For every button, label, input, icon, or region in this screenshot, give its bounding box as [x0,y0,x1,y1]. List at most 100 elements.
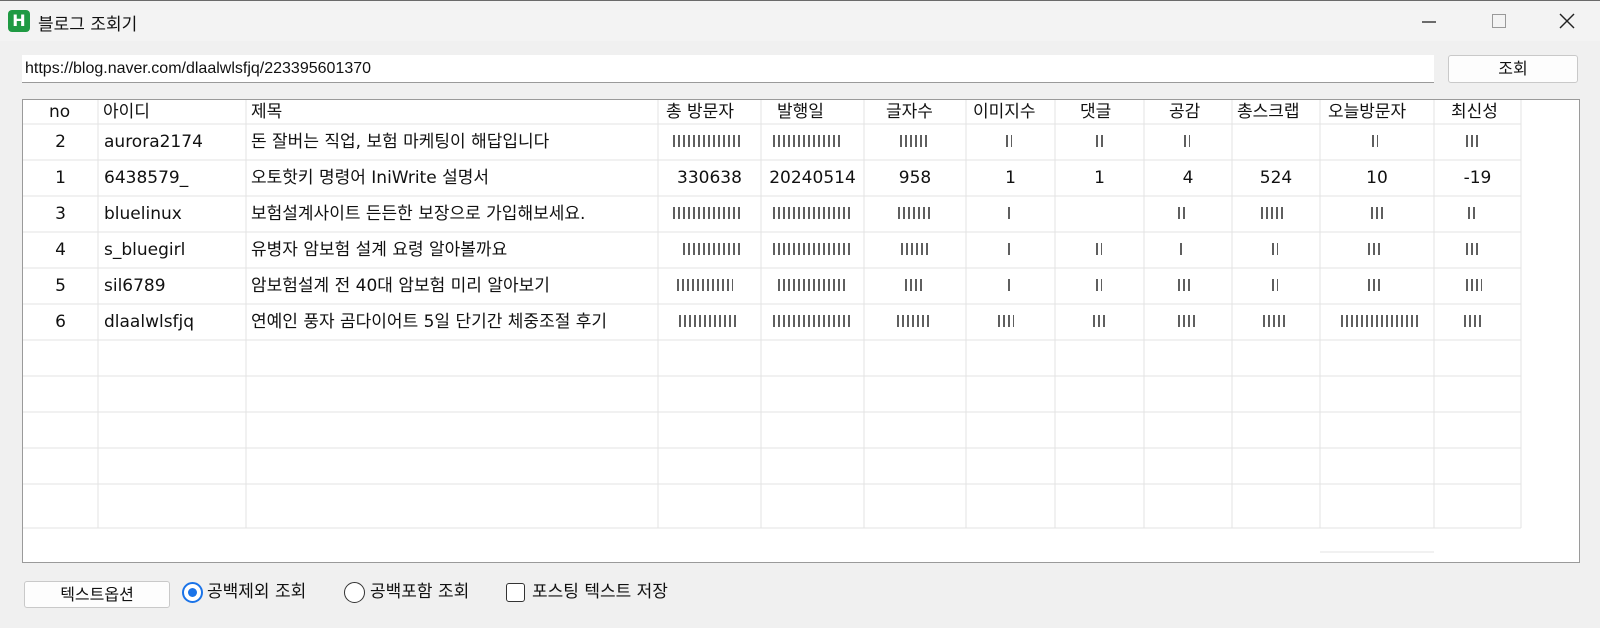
redacted-value [1368,243,1382,255]
redacted-value [1368,279,1382,291]
app-icon: H [8,10,30,32]
redacted-value [773,315,853,327]
redacted-value [1096,279,1102,291]
redacted-value [1178,315,1196,327]
redacted-value [905,279,925,291]
maximize-button[interactable] [1476,5,1522,37]
column-header-today-visitors[interactable]: 오늘방문자 [1328,100,1406,124]
maximize-icon [1492,14,1506,28]
redacted-value [1096,243,1102,255]
redacted-value [673,135,743,147]
redacted-value [998,315,1014,327]
cell-title: 암보험설계 전 40대 암보험 미리 알아보기 [251,276,550,296]
cell-char-count: 958 [898,168,932,188]
exclude-spaces-radio[interactable] [182,582,203,603]
redacted-value [1180,243,1184,255]
cell-likes: 4 [1182,168,1194,188]
redacted-value [1006,135,1012,147]
results-table[interactable]: no 아이디 제목 총 방문자 발행일 글자수 이미지수 댓글 공감 총스크랩 … [22,99,1580,563]
redacted-value [1261,207,1283,219]
text-options-button[interactable]: 텍스트옵션 [24,581,170,608]
title-bar[interactable]: H 블로그 조회기 [0,1,1600,41]
cell-no: 1 [55,168,66,188]
cell-title: 보험설계사이트 든든한 보장으로 가입해보세요. [251,204,586,224]
redacted-value [1466,243,1480,255]
redacted-value [1263,315,1285,327]
redacted-value [898,207,932,219]
minimize-icon [1422,21,1436,23]
exclude-spaces-label[interactable]: 공백제외 조회 [207,580,306,604]
redacted-value [1466,135,1480,147]
redacted-value [1096,135,1104,147]
cell-no: 3 [55,204,66,224]
column-header-total-visitors[interactable]: 총 방문자 [666,100,734,124]
redacted-value [900,135,930,147]
redacted-value [901,243,931,255]
redacted-value [1371,207,1385,219]
redacted-value [673,207,743,219]
cell-id: bluelinux [104,204,182,224]
cell-image-count: 1 [1005,168,1016,188]
cell-id: s_bluegirl [104,240,186,260]
cell-today-visitors: 10 [1366,168,1388,188]
app-window: H 블로그 조회기 조회 [0,0,1600,628]
redacted-value [1093,315,1105,327]
save-text-checkbox[interactable] [506,583,525,602]
close-icon [1559,13,1575,29]
column-header-total-scraps[interactable]: 총스크랩 [1237,100,1300,124]
redacted-value [677,279,733,291]
cell-id: aurora2174 [104,132,203,152]
cell-no: 6 [55,312,66,332]
save-text-label[interactable]: 포스팅 텍스트 저장 [532,580,668,604]
cell-total-visitors: 330638 [677,168,742,188]
cell-freshness: -19 [1463,168,1492,188]
column-header-title[interactable]: 제목 [251,100,282,124]
redacted-value [1178,279,1192,291]
include-spaces-label[interactable]: 공백포함 조회 [370,580,469,604]
redacted-value [1008,243,1012,255]
redacted-value [1272,243,1278,255]
redacted-value [1464,315,1484,327]
cell-title: 오토핫키 명령어 IniWrite 설명서 [251,168,490,188]
cell-comments: 1 [1094,168,1105,188]
redacted-value [1008,207,1013,219]
column-header-likes[interactable]: 공감 [1169,100,1200,124]
redacted-value [773,207,853,219]
window-title: 블로그 조회기 [38,15,138,35]
redacted-value [773,243,853,255]
cell-no: 5 [55,276,66,296]
cell-title: 돈 잘버는 직업, 보험 마케팅이 해답입니다 [251,132,550,152]
minimize-button[interactable] [1406,5,1452,37]
redacted-value [1372,135,1378,147]
redacted-value [679,315,739,327]
redacted-value [683,243,741,255]
column-header-no[interactable]: no [49,100,70,124]
redacted-value [1468,207,1478,219]
column-header-published-date[interactable]: 발행일 [777,100,824,124]
column-header-id[interactable]: 아이디 [103,100,150,124]
redacted-value [1008,279,1012,291]
cell-no: 4 [55,240,66,260]
redacted-value [1466,279,1482,291]
cell-id: 6438579_ [104,168,189,188]
cell-total-scraps: 524 [1259,168,1293,188]
redacted-value [778,279,846,291]
cell-title: 연예인 풍자 곰다이어트 5일 단기간 체중조절 후기 [251,312,608,332]
url-input[interactable] [22,55,1434,83]
redacted-value [1272,279,1278,291]
redacted-value [1178,207,1188,219]
cell-id: sil6789 [104,276,166,296]
include-spaces-radio[interactable] [344,582,365,603]
column-header-comments[interactable]: 댓글 [1080,100,1111,124]
search-button[interactable]: 조회 [1448,55,1578,83]
column-header-char-count[interactable]: 글자수 [886,100,933,124]
column-header-freshness[interactable]: 최신성 [1451,100,1498,124]
redacted-value [1184,135,1190,147]
redacted-value [897,315,931,327]
cell-id: dlaalwlsfjq [104,312,195,332]
close-button[interactable] [1544,5,1590,37]
cell-published-date: 20240514 [769,168,856,188]
cell-no: 2 [55,132,66,152]
redacted-value [773,135,843,147]
column-header-image-count[interactable]: 이미지수 [973,100,1036,124]
